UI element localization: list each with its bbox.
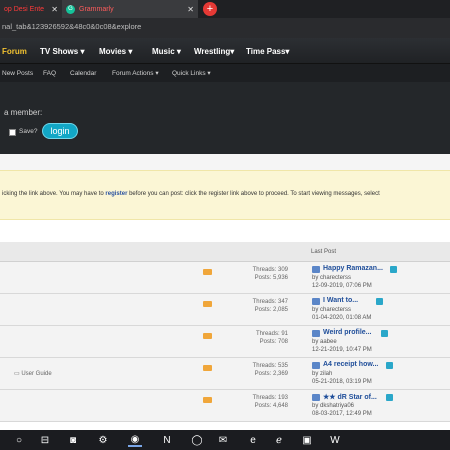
thread-count: Threads: 91 [255, 331, 288, 337]
circle-app-icon[interactable]: ◯ [190, 433, 204, 447]
search-icon[interactable]: ○ [12, 433, 26, 447]
nav-music[interactable]: Music ▾ [152, 38, 181, 64]
last-post-author[interactable]: by dkshatriya06 [312, 403, 354, 409]
browser-tab-grammarly[interactable]: G Grammarly ✕ [62, 0, 198, 18]
login-button[interactable]: login [42, 123, 78, 139]
last-post-author[interactable]: by zilah [312, 371, 332, 377]
nav-tv-shows[interactable]: TV Shows ▾ [40, 38, 84, 64]
post-count: Posts: 5,936 [254, 275, 288, 281]
paint-app-icon[interactable]: ▣ [300, 433, 314, 447]
go-to-last-post-icon[interactable] [386, 394, 393, 401]
last-post-author[interactable]: by aabee [312, 339, 337, 345]
table-row: ▭ User Guide Threads: 535 Posts: 2,369 A… [0, 358, 450, 390]
tab-title: op Desi Ente [4, 5, 45, 13]
post-count: Posts: 4,648 [254, 403, 288, 409]
browser-tab-strip: op Desi Ente ✕ G Grammarly ✕ + [0, 0, 450, 18]
go-to-last-post-icon[interactable] [390, 266, 397, 273]
tab-title: Grammarly [79, 5, 114, 13]
thread-count: Threads: 347 [252, 299, 288, 305]
forum-folder-icon [203, 333, 212, 339]
nav-wrestling[interactable]: Wrestling▾ [194, 38, 234, 64]
thread-count: Threads: 193 [252, 395, 288, 401]
subforum-label: User Guide [21, 371, 52, 377]
last-post-date: 12-09-2019, 07:06 PM [312, 283, 372, 289]
ie-icon[interactable]: ℯ [272, 433, 286, 447]
nav-forum[interactable]: Forum [2, 38, 27, 64]
last-post-title[interactable]: Happy Ramazan... [323, 265, 383, 272]
post-count: Posts: 708 [259, 339, 288, 345]
close-icon[interactable]: ✕ [51, 5, 58, 14]
last-post-title[interactable]: Weird profile... [323, 329, 372, 336]
last-post-header: Last Post [311, 249, 337, 255]
post-icon [312, 298, 320, 305]
post-icon [312, 266, 320, 273]
word-icon[interactable]: W [328, 433, 342, 447]
netflix-icon[interactable]: N [160, 433, 174, 447]
go-to-last-post-icon[interactable] [386, 362, 393, 369]
register-notice: icking the link above. You may have to r… [0, 170, 450, 220]
go-to-last-post-icon[interactable] [381, 330, 388, 337]
nav-time-pass[interactable]: Time Pass▾ [246, 38, 289, 64]
last-post-date: 12-21-2019, 10:47 PM [312, 347, 372, 353]
forum-subnav: New Posts FAQ Calendar Forum Actions ▾ Q… [0, 64, 450, 82]
windows-taskbar: ○ ⊟ ◙ ⚙ ◉ N ◯ ✉ e ℯ ▣ W [0, 430, 450, 450]
table-row: Threads: 91 Posts: 708 Weird profile... … [0, 326, 450, 358]
post-count: Posts: 2,369 [254, 371, 288, 377]
post-icon [312, 330, 320, 337]
subnav-faq[interactable]: FAQ [43, 64, 56, 82]
last-post-title[interactable]: ★★ dR Star of... [323, 393, 377, 401]
subnav-quick-links[interactable]: Quick Links ▾ [172, 64, 211, 82]
last-post-date: 05-21-2018, 03:19 PM [312, 379, 372, 385]
save-checkbox[interactable] [9, 129, 16, 136]
last-post-title[interactable]: I Want to... [323, 297, 358, 304]
spacer [0, 154, 450, 170]
last-post-author[interactable]: by charecterss [312, 275, 351, 281]
new-tab-button[interactable]: + [203, 2, 217, 16]
grammarly-icon: G [66, 4, 75, 14]
forum-list: Threads: 309 Posts: 5,936 Happy Ramazan.… [0, 262, 450, 430]
notice-text: icking the link above. You may have to r… [2, 191, 380, 197]
forum-folder-icon [203, 269, 212, 275]
forum-folder-icon [203, 397, 212, 403]
go-to-last-post-icon[interactable] [376, 298, 383, 305]
table-row: Threads: 309 Posts: 5,936 Happy Ramazan.… [0, 262, 450, 294]
save-label: Save? [19, 128, 38, 135]
post-icon [312, 394, 320, 401]
forum-folder-icon [203, 301, 212, 307]
post-count: Posts: 2,085 [254, 307, 288, 313]
notice-text-before: icking the link above. You may have to [2, 191, 106, 197]
browser-tab-desi[interactable]: op Desi Ente ✕ [0, 0, 62, 18]
subforum-user-guide[interactable]: ▭ User Guide [14, 370, 52, 377]
subnav-new-posts[interactable]: New Posts [2, 64, 33, 82]
camera-app-icon[interactable]: ◙ [66, 433, 80, 447]
forum-folder-icon [203, 365, 212, 371]
nav-movies[interactable]: Movies ▾ [99, 38, 132, 64]
subnav-calendar[interactable]: Calendar [70, 64, 96, 82]
subnav-forum-actions[interactable]: Forum Actions ▾ [112, 64, 159, 82]
address-bar[interactable]: nal_tab&123926592&48c0&0c08&explore [0, 18, 450, 38]
url-text: nal_tab&123926592&48c0&0c08&explore [2, 22, 142, 31]
mail-icon[interactable]: ✉ [216, 433, 230, 447]
forum-table-header: Last Post [0, 242, 450, 262]
last-post-date: 08-03-2017, 12:49 PM [312, 411, 372, 417]
close-icon[interactable]: ✕ [187, 5, 194, 14]
settings-app-icon[interactable]: ⚙ [96, 433, 110, 447]
forum-navbar: Forum TV Shows ▾ Movies ▾ Music ▾ Wrestl… [0, 38, 450, 64]
thread-count: Threads: 309 [252, 267, 288, 273]
member-prompt: a member: [4, 108, 43, 117]
last-post-date: 01-04-2020, 01:08 AM [312, 315, 372, 321]
notice-text-after: before you can post: click the register … [127, 191, 380, 197]
table-row: Threads: 193 Posts: 4,648 ★★ dR Star of.… [0, 390, 450, 422]
login-panel: a member: Save? login [0, 82, 450, 154]
table-row: Threads: 347 Posts: 2,085 I Want to... b… [0, 294, 450, 326]
edge-icon[interactable]: e [246, 433, 260, 447]
task-view-icon[interactable]: ⊟ [38, 433, 52, 447]
last-post-author[interactable]: by charecterss [312, 307, 351, 313]
spacer [0, 220, 450, 242]
thread-count: Threads: 535 [252, 363, 288, 369]
post-icon [312, 362, 320, 369]
last-post-title[interactable]: A4 receipt how... [323, 361, 378, 368]
chrome-icon[interactable]: ◉ [128, 433, 142, 447]
register-link[interactable]: register [105, 191, 127, 197]
